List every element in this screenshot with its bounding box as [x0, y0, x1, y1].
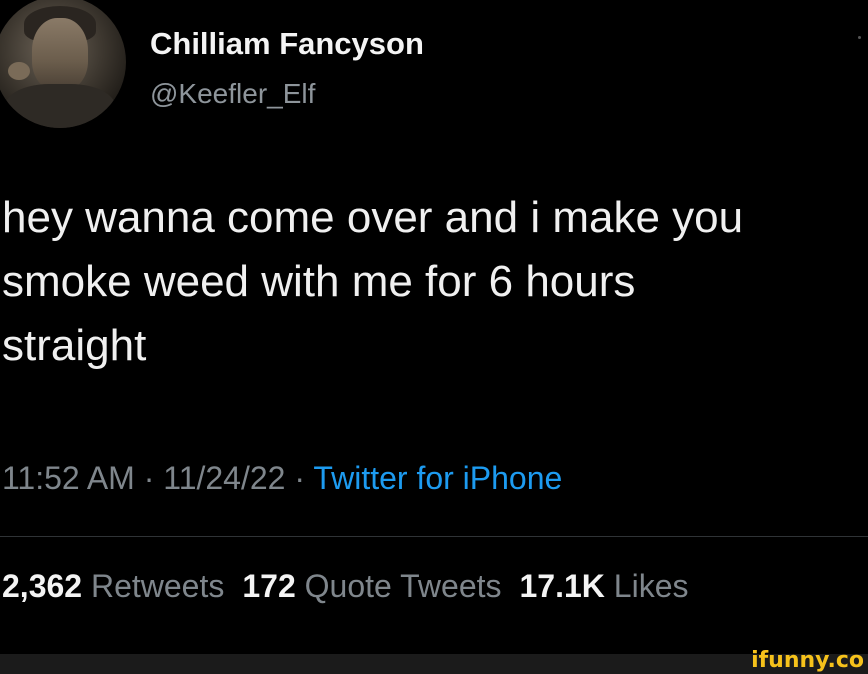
avatar[interactable] [0, 0, 126, 128]
tweet-text: hey wanna come over and i make you smoke… [2, 186, 868, 378]
likes-count: 17.1K [519, 568, 605, 604]
quote-tweets-label: Quote Tweets [304, 568, 502, 604]
tweet-stats: 2,362 Retweets 172 Quote Tweets 17.1K Like… [2, 568, 688, 605]
avatar-body [4, 84, 116, 128]
tweet-date[interactable]: 11/24/22 [163, 460, 285, 496]
author-name[interactable]: Chilliam Fancyson [150, 26, 424, 62]
tweet-line: straight [2, 321, 147, 370]
quote-tweets-count: 172 [242, 568, 296, 604]
avatar-face [32, 18, 88, 90]
retweets-count: 2,362 [2, 568, 83, 604]
tweet-time[interactable]: 11:52 AM [2, 460, 135, 496]
tweet-line: hey wanna come over and i make you [2, 193, 744, 242]
divider [0, 536, 868, 537]
likes-stat[interactable]: 17.1K Likes [520, 568, 689, 604]
retweets-stat[interactable]: 2,362 Retweets [2, 568, 224, 604]
ifunny-watermark: ifunny.co [751, 648, 864, 673]
tweet-line: smoke weed with me for 6 hours [2, 257, 636, 306]
tweet-source-link[interactable]: Twitter for iPhone [313, 460, 562, 496]
author-handle[interactable]: @Keefler_Elf [150, 78, 315, 110]
likes-label: Likes [613, 568, 689, 604]
more-options-icon[interactable] [858, 36, 861, 39]
watermark-bar [0, 654, 868, 674]
retweets-label: Retweets [90, 568, 225, 604]
quote-tweets-stat[interactable]: 172 Quote Tweets [242, 568, 501, 604]
avatar-hand [8, 62, 30, 80]
meta-separator: · [134, 460, 164, 496]
tweet-meta: 11:52 AM · 11/24/22 · Twitter for iPhone [2, 460, 562, 497]
meta-separator: · [285, 460, 314, 496]
